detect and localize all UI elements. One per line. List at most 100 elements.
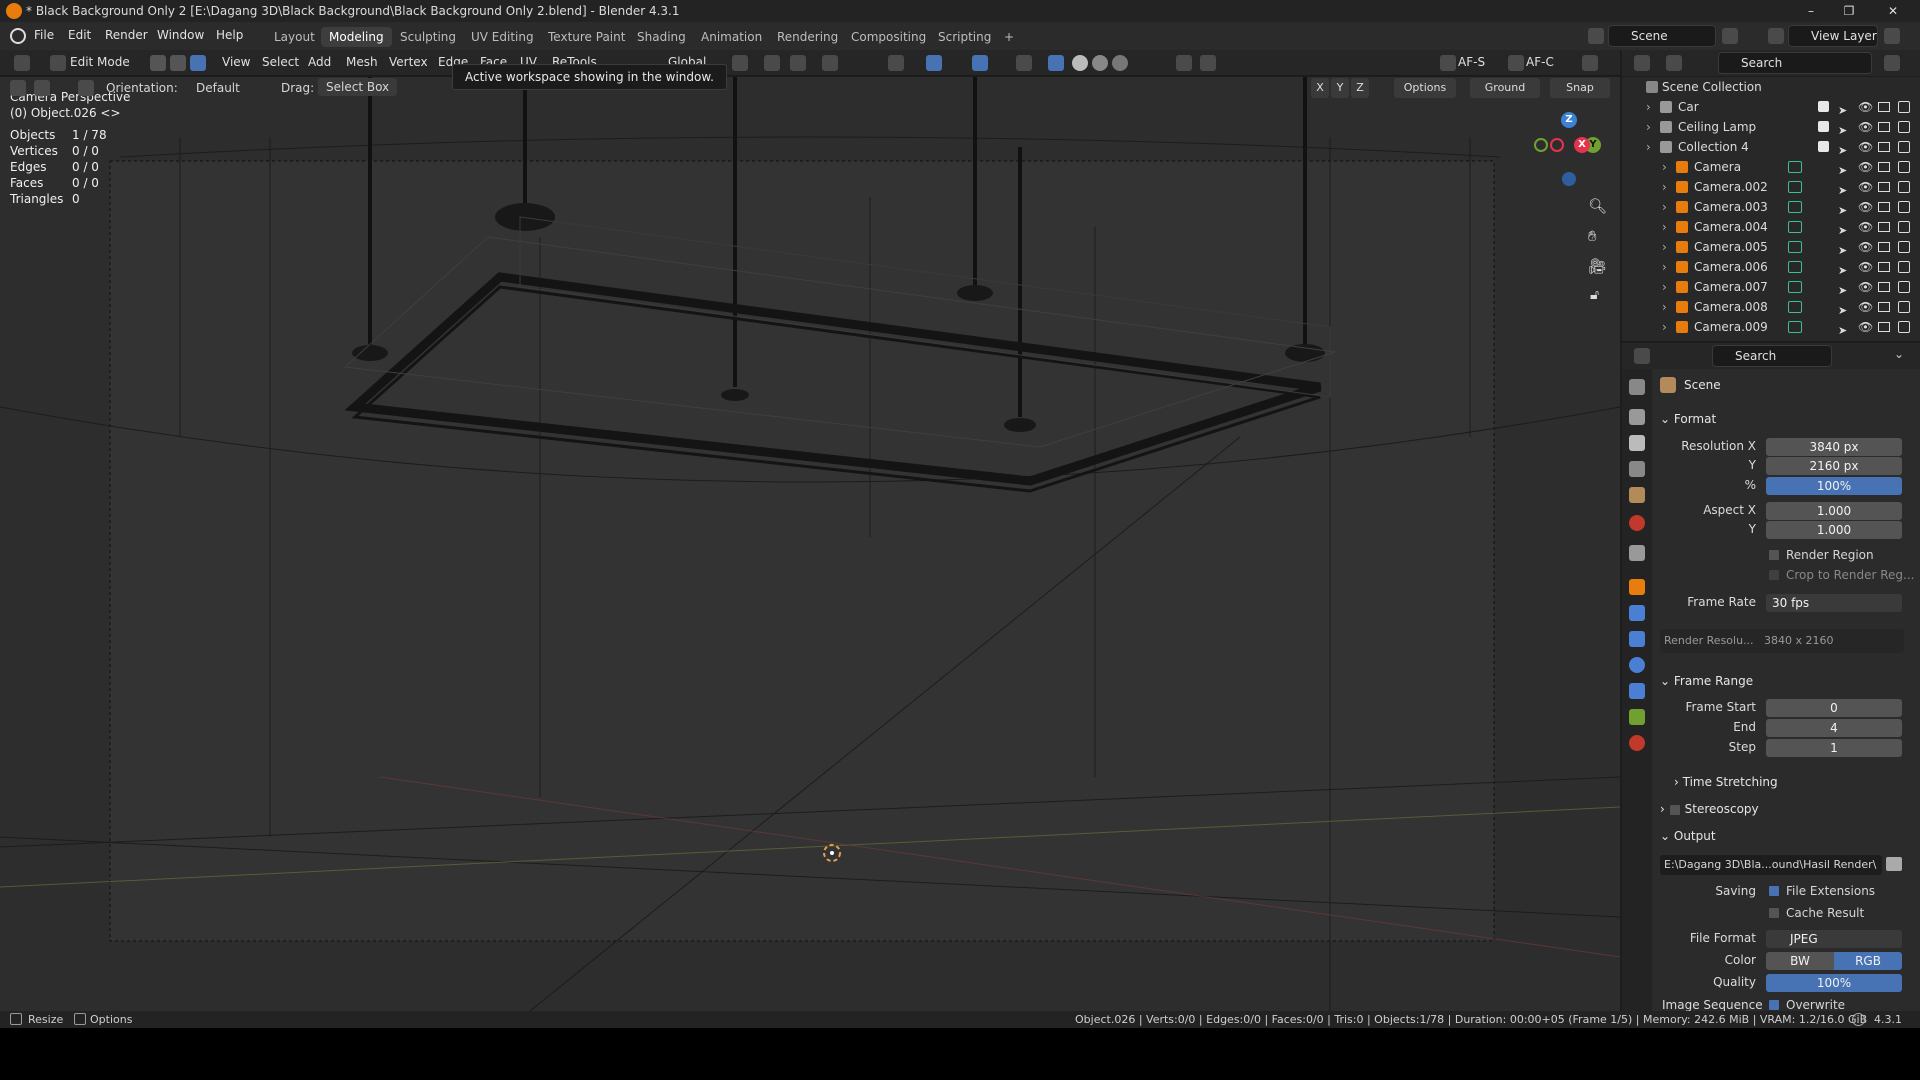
outliner-row[interactable]: › Camera.009 ➤ 👁︎ [1622,317,1920,337]
output-tab-icon[interactable] [1629,435,1645,451]
eye-icon[interactable]: 👁︎ [1858,157,1873,177]
camera-data-icon[interactable] [1788,281,1802,293]
frame-start-field[interactable]: 0 [1766,699,1902,717]
xray-icon[interactable] [1016,55,1032,71]
filter-icon[interactable] [1884,55,1900,71]
render-region-checkbox[interactable] [1768,549,1780,561]
scene-collection-row[interactable]: Scene Collection [1622,77,1920,97]
camera-data-icon[interactable] [1788,201,1802,213]
viewport-display-icon[interactable] [1878,222,1890,232]
physics-tab-icon[interactable] [1629,657,1645,673]
render-camera-icon[interactable] [1898,261,1910,273]
frame-step-field[interactable]: 1 [1766,739,1902,757]
frame-range-panel-header[interactable]: ⌄ Frame Range [1660,674,1753,688]
eye-icon[interactable]: 👁︎ [1858,277,1873,297]
outliner-row[interactable]: › Camera ➤ 👁︎ [1622,157,1920,177]
rendered-shading-icon[interactable] [1112,55,1128,71]
drag-dropdown[interactable]: Select Box [318,78,398,96]
camera-data-icon[interactable] [1788,301,1802,313]
outliner-row[interactable]: › Camera.003 ➤ 👁︎ [1622,197,1920,217]
snap-icon[interactable] [764,55,780,71]
gizmo-z-axis[interactable]: Z [1561,112,1577,128]
expand-arrow-icon[interactable]: › [1662,257,1667,277]
collection-tab-icon[interactable] [1629,545,1645,561]
expand-arrow-icon[interactable]: › [1646,97,1651,117]
select-cursor-icon[interactable]: ➤ [1838,321,1847,341]
tab-animation[interactable]: Animation [693,27,770,47]
outliner-row[interactable]: › Camera.008 ➤ 👁︎ [1622,297,1920,317]
render-camera-icon[interactable] [1898,121,1910,133]
edge-select-icon[interactable] [170,55,186,71]
eye-icon[interactable]: 👁︎ [1858,177,1873,197]
minimize-button[interactable]: – [1792,0,1830,22]
viewport-display-icon[interactable] [1878,182,1890,192]
format-panel-header[interactable]: ⌄ Format [1660,412,1716,426]
tab-uv-editing[interactable]: UV Editing [463,27,542,47]
vertex-select-icon[interactable] [150,55,166,71]
eye-icon[interactable]: 👁︎ [1858,217,1873,237]
file-extensions-checkbox[interactable] [1768,885,1780,897]
resolution-percent-slider[interactable]: 100% [1766,477,1902,495]
af-c-camera-icon[interactable] [1508,55,1524,71]
overlay-icon[interactable] [972,55,988,71]
view-layer-icon[interactable] [1768,28,1784,44]
crop-checkbox[interactable] [1768,569,1780,581]
view-layer-tab-icon[interactable] [1629,461,1645,477]
menu-help[interactable]: Help [216,28,243,42]
tab-compositing[interactable]: Compositing [843,27,934,47]
include-checkbox[interactable] [1818,121,1829,132]
menu-window[interactable]: Window [157,28,204,42]
camera-data-icon[interactable] [1788,261,1802,273]
mode-selector[interactable]: Edit Mode [70,55,130,69]
tool-tab-icon[interactable] [1629,379,1645,395]
frame-rate-dropdown[interactable]: 30 fps [1766,594,1902,612]
close-button[interactable]: ✕ [1874,0,1912,22]
render-camera-icon[interactable] [1898,321,1910,333]
menu-view[interactable]: View [222,55,250,69]
chevron-down-icon[interactable]: ⌄ [1894,347,1904,361]
camera-toggle-icon[interactable]: 🎥︎ [1588,257,1607,275]
cache-result-checkbox[interactable] [1768,907,1780,919]
menu-file[interactable]: File [34,28,54,42]
viewport-display-icon[interactable] [1878,322,1890,332]
camera-data-icon[interactable] [1788,321,1802,333]
include-checkbox[interactable] [1818,101,1829,112]
resolution-x-field[interactable]: 3840 px [1766,438,1902,456]
tab-sculpting[interactable]: Sculpting [392,27,464,47]
render-camera-icon[interactable] [1898,281,1910,293]
outliner-row[interactable]: › Collection 4 ➤ 👁︎ [1622,137,1920,157]
material-shading-icon[interactable] [1092,55,1108,71]
tool-settings-icon[interactable] [10,80,26,96]
render-camera-icon[interactable] [1898,301,1910,313]
viewport-display-icon[interactable] [1878,122,1890,132]
lock-icon[interactable]: 🔓︎ [1590,287,1599,303]
aspect-y-field[interactable]: 1.000 [1766,521,1902,539]
object-tab-icon[interactable] [1629,579,1645,595]
outliner-row[interactable]: › Car ➤ 👁︎ [1622,97,1920,117]
menu-mesh[interactable]: Mesh [346,55,378,69]
render-camera-icon[interactable] [1898,221,1910,233]
resolution-y-field[interactable]: 2160 px [1766,457,1902,475]
3d-viewport[interactable]: Camera Perspective (0) Object.026 <> Obj… [0,77,1620,1011]
tab-layout[interactable]: Layout [266,27,323,47]
stereoscopy-checkbox[interactable] [1668,803,1681,816]
eye-icon[interactable]: 👁︎ [1858,97,1873,117]
visibility-icon[interactable] [888,55,904,71]
viewport-display-icon[interactable] [1878,302,1890,312]
viewport-display-icon[interactable] [1878,202,1890,212]
render-camera-icon[interactable] [1898,241,1910,253]
time-stretching-panel-header[interactable]: › Time Stretching [1674,775,1778,789]
render-camera-icon[interactable] [1898,161,1910,173]
viewport-display-icon[interactable] [1878,242,1890,252]
expand-arrow-icon[interactable]: › [1662,197,1667,217]
outliner-row[interactable]: › Camera.004 ➤ 👁︎ [1622,217,1920,237]
gizmo-icon[interactable] [926,55,942,71]
properties-search-input[interactable]: Search [1712,345,1832,367]
editor-type-icon[interactable] [14,55,30,71]
particles-tab-icon[interactable] [1629,631,1645,647]
camera-data-icon[interactable] [1788,241,1802,253]
file-format-dropdown[interactable]: JPEG [1766,930,1902,948]
move-tool-icon[interactable] [78,80,94,96]
folder-icon[interactable] [1886,857,1902,871]
eye-icon[interactable]: 👁︎ [1858,117,1873,137]
